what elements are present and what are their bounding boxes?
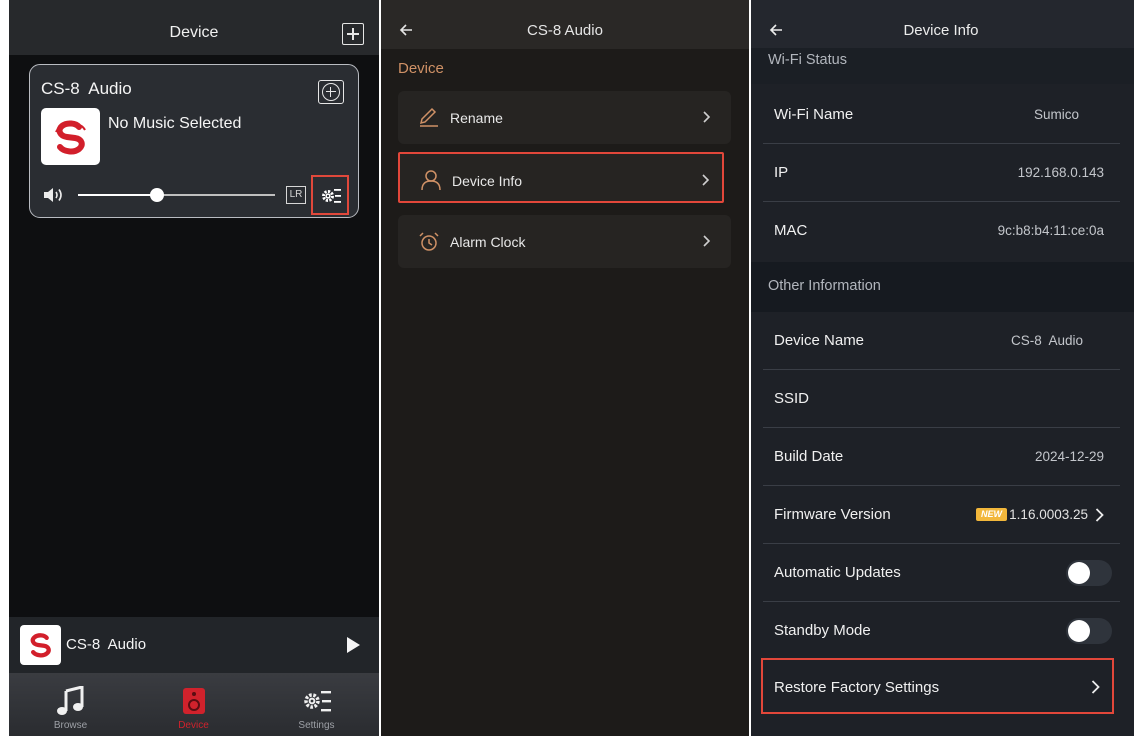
new-badge: NEW <box>976 508 1007 521</box>
mini-player[interactable]: CS-8 Audio <box>9 617 379 673</box>
mini-player-device-name: CS-8 Audio <box>66 636 147 653</box>
volume-slider-handle[interactable] <box>149 188 164 202</box>
add-device-icon[interactable] <box>342 23 364 45</box>
row-label: IP <box>774 164 789 181</box>
device-list-screen: Device CS-8 Audio No Music Selected LR C… <box>9 0 379 736</box>
speaker-icon <box>183 688 205 714</box>
row-device-name: Device Name CS-8 Audio <box>763 312 1120 370</box>
music-note-icon <box>57 686 84 715</box>
device-menu-header: CS-8 Audio <box>381 0 749 49</box>
brand-logo-icon <box>41 108 100 165</box>
row-label: Automatic Updates <box>774 564 901 581</box>
device-info-screen: Device Info Wi-Fi Status Wi-Fi Name Sumi… <box>751 0 1134 736</box>
menu-item-label: Device Info <box>452 173 523 189</box>
tab-device-label: Device <box>178 720 209 731</box>
chevron-right-icon <box>1091 680 1100 694</box>
row-ip: IP 192.168.0.143 <box>763 144 1120 202</box>
menu-item-device-info[interactable]: Device Info <box>398 152 724 203</box>
row-label: Device Name <box>774 332 865 349</box>
row-label: Restore Factory Settings <box>774 679 940 696</box>
row-value: 9c:b8:b4:11:ce:0a <box>997 223 1104 238</box>
section-header: Other Information <box>768 278 881 294</box>
row-label: Firmware Version <box>774 506 891 523</box>
row-label: Standby Mode <box>774 622 871 639</box>
channel-lr-badge[interactable]: LR <box>286 186 306 204</box>
playback-status: No Music Selected <box>108 115 242 132</box>
section-header: Device <box>398 60 444 77</box>
pencil-icon <box>419 107 438 127</box>
chevron-right-icon <box>703 235 711 247</box>
restore-factory-settings-button[interactable]: Restore Factory Settings <box>761 658 1114 714</box>
tab-device[interactable]: Device <box>132 673 255 736</box>
row-ssid: SSID <box>763 370 1120 428</box>
page-title: Device <box>169 24 219 41</box>
volume-slider-fill <box>78 194 157 196</box>
row-standby-mode: Standby Mode <box>763 602 1120 660</box>
chevron-right-icon <box>1095 508 1104 522</box>
tab-settings[interactable]: Settings <box>255 673 378 736</box>
back-arrow-icon[interactable] <box>769 23 783 37</box>
volume-slider[interactable] <box>78 188 275 202</box>
automatic-updates-toggle[interactable] <box>1066 560 1112 586</box>
tab-bar: Browse Device Settings <box>9 673 379 736</box>
tab-settings-label: Settings <box>298 720 335 731</box>
menu-item-alarm-clock[interactable]: Alarm Clock <box>398 215 731 268</box>
device-info-header: Device Info <box>751 0 1134 48</box>
device-card[interactable]: CS-8 Audio No Music Selected LR <box>29 64 359 218</box>
row-value: Sumico <box>1033 107 1079 122</box>
row-label: SSID <box>774 390 810 407</box>
tab-browse[interactable]: Browse <box>9 673 132 736</box>
section-other-information: Other Information <box>751 262 1134 312</box>
row-label: Build Date <box>774 448 844 465</box>
row-wifi-name: Wi-Fi Name Sumico <box>763 86 1120 144</box>
row-label: MAC <box>774 222 808 239</box>
alarm-clock-icon <box>419 232 439 251</box>
device-name: CS-8 Audio <box>41 79 132 98</box>
menu-item-rename[interactable]: Rename <box>398 91 731 144</box>
chevron-right-icon <box>702 174 710 186</box>
row-build-date: Build Date 2024-12-29 <box>763 428 1120 486</box>
mini-brand-logo-icon <box>20 625 61 665</box>
row-value: 192.168.0.143 <box>1017 165 1104 180</box>
user-icon <box>421 170 441 191</box>
device-menu-screen: CS-8 Audio Device Rename Device Info Ala… <box>381 0 749 736</box>
row-mac: MAC 9c:b8:b4:11:ce:0a <box>763 202 1120 260</box>
standby-mode-toggle[interactable] <box>1066 618 1112 644</box>
row-firmware-version[interactable]: Firmware Version NEW 1.16.0003.25 <box>763 486 1120 544</box>
tab-browse-label: Browse <box>53 720 88 731</box>
settings-icon <box>304 691 331 712</box>
row-label: Wi-Fi Name <box>774 106 854 123</box>
row-value: CS-8 Audio <box>1010 333 1083 348</box>
page-title: CS-8 Audio <box>527 22 603 39</box>
menu-item-label: Alarm Clock <box>450 234 526 250</box>
row-value: 2024-12-29 <box>1034 449 1104 464</box>
play-icon[interactable] <box>347 637 360 653</box>
row-automatic-updates: Automatic Updates <box>763 544 1120 602</box>
section-header: Wi-Fi Status <box>768 52 847 68</box>
menu-item-label: Rename <box>450 110 503 126</box>
device-settings-button[interactable] <box>311 175 349 215</box>
firmware-version-value: 1.16.0003.25 <box>1009 507 1088 522</box>
add-group-icon[interactable] <box>318 80 344 104</box>
chevron-right-icon <box>703 111 711 123</box>
volume-icon[interactable] <box>43 186 65 204</box>
settings-gear-icon <box>322 189 341 203</box>
section-wifi-status: Wi-Fi Status <box>751 48 1134 84</box>
device-list-header: Device <box>9 0 379 55</box>
page-title: Device Info <box>903 22 979 39</box>
